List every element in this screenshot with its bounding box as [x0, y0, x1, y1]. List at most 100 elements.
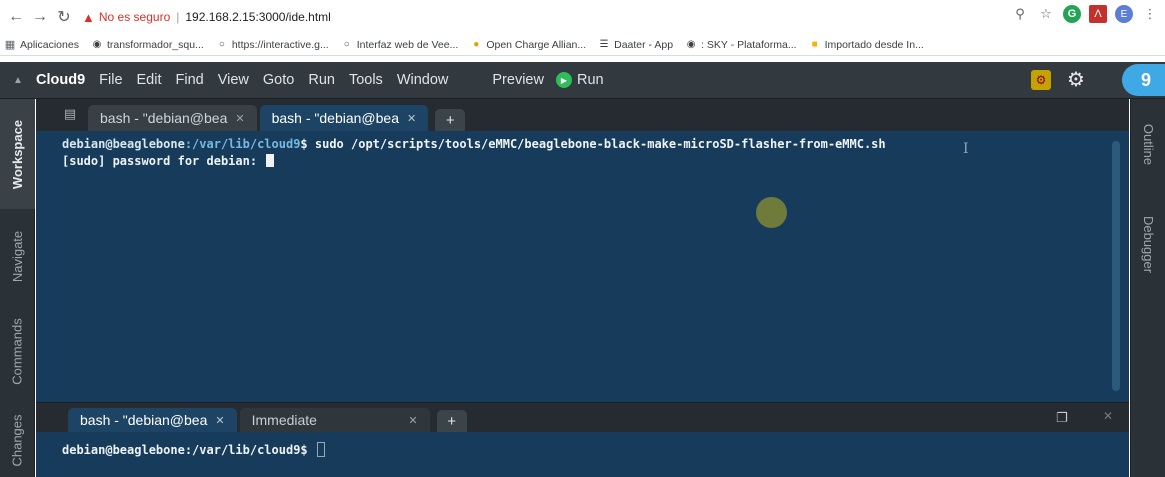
forward-arrow-icon[interactable]: →	[28, 5, 52, 29]
address-separator: |	[176, 10, 180, 24]
play-icon: ▶	[555, 72, 572, 88]
zoom-icon[interactable]: ⚲	[1011, 5, 1029, 23]
bookmark-label: Daater - App	[614, 38, 674, 51]
browser-toolbar: ← → ↻ ▲ No es seguro | 192.168.2.15:3000…	[0, 0, 1165, 34]
bug-icon[interactable]: ⚙	[1031, 70, 1051, 90]
run-button[interactable]: ▶ Run	[555, 72, 604, 88]
loading-icon: ○	[218, 39, 225, 50]
bookmark-item[interactable]: ☰ Daater - App	[598, 39, 673, 51]
tab-terminal-1[interactable]: bash - "debian@bea ✕	[88, 105, 257, 131]
terminal-line: [sudo] password for debian:	[62, 154, 1129, 171]
close-icon[interactable]: ✕	[235, 112, 244, 125]
prompt-user: debian@beaglebone	[62, 137, 185, 151]
menu-goto[interactable]: Goto	[263, 72, 294, 88]
console-prompt: debian@beaglebone:/var/lib/cloud9$	[62, 443, 315, 457]
acrobat-extension-icon[interactable]: Λ	[1089, 5, 1107, 23]
warning-icon: ▲	[82, 9, 95, 25]
tab-console-bash[interactable]: bash - "debian@bea ✕	[68, 408, 237, 432]
prompt-path: :/var/lib/cloud9	[184, 137, 301, 151]
tab-terminal-2[interactable]: bash - "debian@bea ✕	[259, 105, 429, 131]
cloud9-logo: 9	[1122, 64, 1165, 96]
profile-avatar[interactable]: E	[1115, 5, 1133, 23]
run-label: Run	[576, 72, 604, 88]
tab-label: bash - "debian@bea	[271, 110, 399, 126]
star-icon[interactable]: ☆	[1037, 5, 1055, 23]
terminal-line: debian@beaglebone:/var/lib/cloud9$ sudo …	[62, 137, 1129, 154]
menu-window[interactable]: Window	[397, 72, 449, 88]
not-secure-label: No es seguro	[98, 10, 171, 24]
cloud9-menu[interactable]: Cloud9	[36, 72, 85, 88]
preview-button[interactable]: Preview	[492, 72, 544, 88]
right-side-panel: Outline Debugger	[1130, 99, 1165, 477]
menu-view[interactable]: View	[218, 72, 249, 88]
terminal-console[interactable]: debian@beaglebone:/var/lib/cloud9$	[36, 432, 1129, 477]
tab-label: bash - "debian@bea	[80, 412, 208, 428]
new-tab-plus-icon[interactable]: +	[436, 410, 467, 432]
ocpp-icon: ●	[473, 39, 480, 50]
globe-icon: ◉	[92, 39, 102, 50]
hamburger-icon: ☰	[599, 39, 609, 50]
console-tabbar: bash - "debian@bea ✕ Immediate ✕ +	[36, 402, 1129, 432]
settings-gear-icon[interactable]: ⚙	[1065, 68, 1087, 91]
bookmark-item[interactable]: ○ https://interactive.g...	[216, 39, 329, 51]
close-icon[interactable]: ✕	[215, 414, 224, 427]
ide-menubar: ▲ Cloud9 File Edit Find View Goto Run To…	[0, 62, 1165, 99]
password-prompt: [sudo] password for debian:	[62, 154, 265, 168]
bookmarks-bar: ▦ Aplicaciones ◉ transformador_squ... ○ htt…	[0, 34, 1165, 56]
rail-tab-workspace[interactable]: Workspace	[0, 99, 35, 209]
address-bar[interactable]: ▲ No es seguro | 192.168.2.15:3000/ide.h…	[82, 4, 1082, 30]
bookmark-apps[interactable]: ▦ Aplicaciones	[4, 38, 79, 52]
terminal-command: sudo /opt/scripts/tools/eMMC/beaglebone-…	[307, 137, 886, 151]
bookmark-item[interactable]: ● Open Charge Allian...	[470, 39, 586, 51]
rail-tab-commands[interactable]: Commands	[0, 304, 35, 399]
menu-find[interactable]: Find	[176, 72, 204, 88]
close-icon[interactable]: ✕	[408, 414, 417, 427]
terminal-line: debian@beaglebone:/var/lib/cloud9$	[62, 442, 1129, 459]
kebab-menu-icon[interactable]: ⋮	[1141, 5, 1159, 23]
new-tab-plus-icon[interactable]: +	[435, 109, 466, 131]
terminal-cursor	[316, 442, 325, 457]
browser-actions: ⚲ ☆ G Λ E ⋮	[1011, 5, 1159, 23]
loading-icon: ○	[343, 39, 350, 50]
rail-tab-debugger[interactable]: Debugger	[1131, 199, 1165, 289]
menu-edit[interactable]: Edit	[137, 72, 162, 88]
terminal-scrollbar[interactable]	[1112, 141, 1120, 391]
bookmark-label: transformador_squ...	[106, 38, 204, 51]
tab-immediate[interactable]: Immediate ✕	[239, 408, 430, 432]
reload-icon[interactable]: ↻	[52, 5, 76, 29]
terminal-cursor	[266, 154, 275, 167]
menu-file[interactable]: File	[99, 72, 122, 88]
menu-run[interactable]: Run	[308, 72, 335, 88]
tab-label: Immediate	[251, 412, 317, 428]
collapse-triangle-icon[interactable]: ▲	[0, 62, 36, 99]
globe-icon: ◉	[686, 39, 696, 50]
bookmark-folder[interactable]: ■ Importado desde In...	[809, 39, 924, 51]
folder-icon: ■	[811, 39, 818, 50]
rail-tab-changes[interactable]: Changes	[0, 404, 35, 477]
left-side-panel: Workspace Navigate Commands Changes	[0, 99, 35, 477]
url-text[interactable]: 192.168.2.15:3000/ide.html	[185, 10, 330, 24]
close-icon[interactable]: ✕	[407, 112, 416, 125]
back-arrow-icon[interactable]: ←	[4, 5, 28, 29]
editor-tabbar: ▤ bash - "debian@bea ✕ bash - "debian@be…	[36, 99, 1129, 131]
rail-tab-navigate[interactable]: Navigate	[0, 211, 35, 301]
bookmark-label: Interfaz web de Vee...	[356, 38, 459, 51]
bookmark-label: Aplicaciones	[20, 38, 79, 51]
rail-tab-outline[interactable]: Outline	[1131, 109, 1165, 179]
bookmark-label: : SKY - Plataforma...	[701, 38, 797, 51]
prompt-symbol: $	[300, 137, 308, 151]
tab-label: bash - "debian@bea	[100, 110, 228, 126]
bookmark-label: Importado desde In...	[824, 38, 924, 51]
grammarly-extension-icon[interactable]: G	[1063, 5, 1081, 23]
bookmark-item[interactable]: ○ Interfaz web de Vee...	[341, 39, 459, 51]
close-panel-icon[interactable]: ✕	[1103, 409, 1113, 423]
panel-list-icon[interactable]: ▤	[58, 103, 82, 125]
restore-panel-icon[interactable]: ❐	[1056, 410, 1068, 426]
menu-tools[interactable]: Tools	[349, 72, 383, 88]
terminal-main[interactable]: debian@beaglebone:/var/lib/cloud9$ sudo …	[36, 131, 1129, 402]
click-indicator	[756, 197, 787, 228]
bookmark-item[interactable]: ◉ : SKY - Plataforma...	[685, 39, 797, 51]
apps-grid-icon: ▦	[4, 39, 16, 51]
bookmark-label: Open Charge Allian...	[486, 38, 587, 51]
bookmark-item[interactable]: ◉ transformador_squ...	[91, 39, 204, 51]
